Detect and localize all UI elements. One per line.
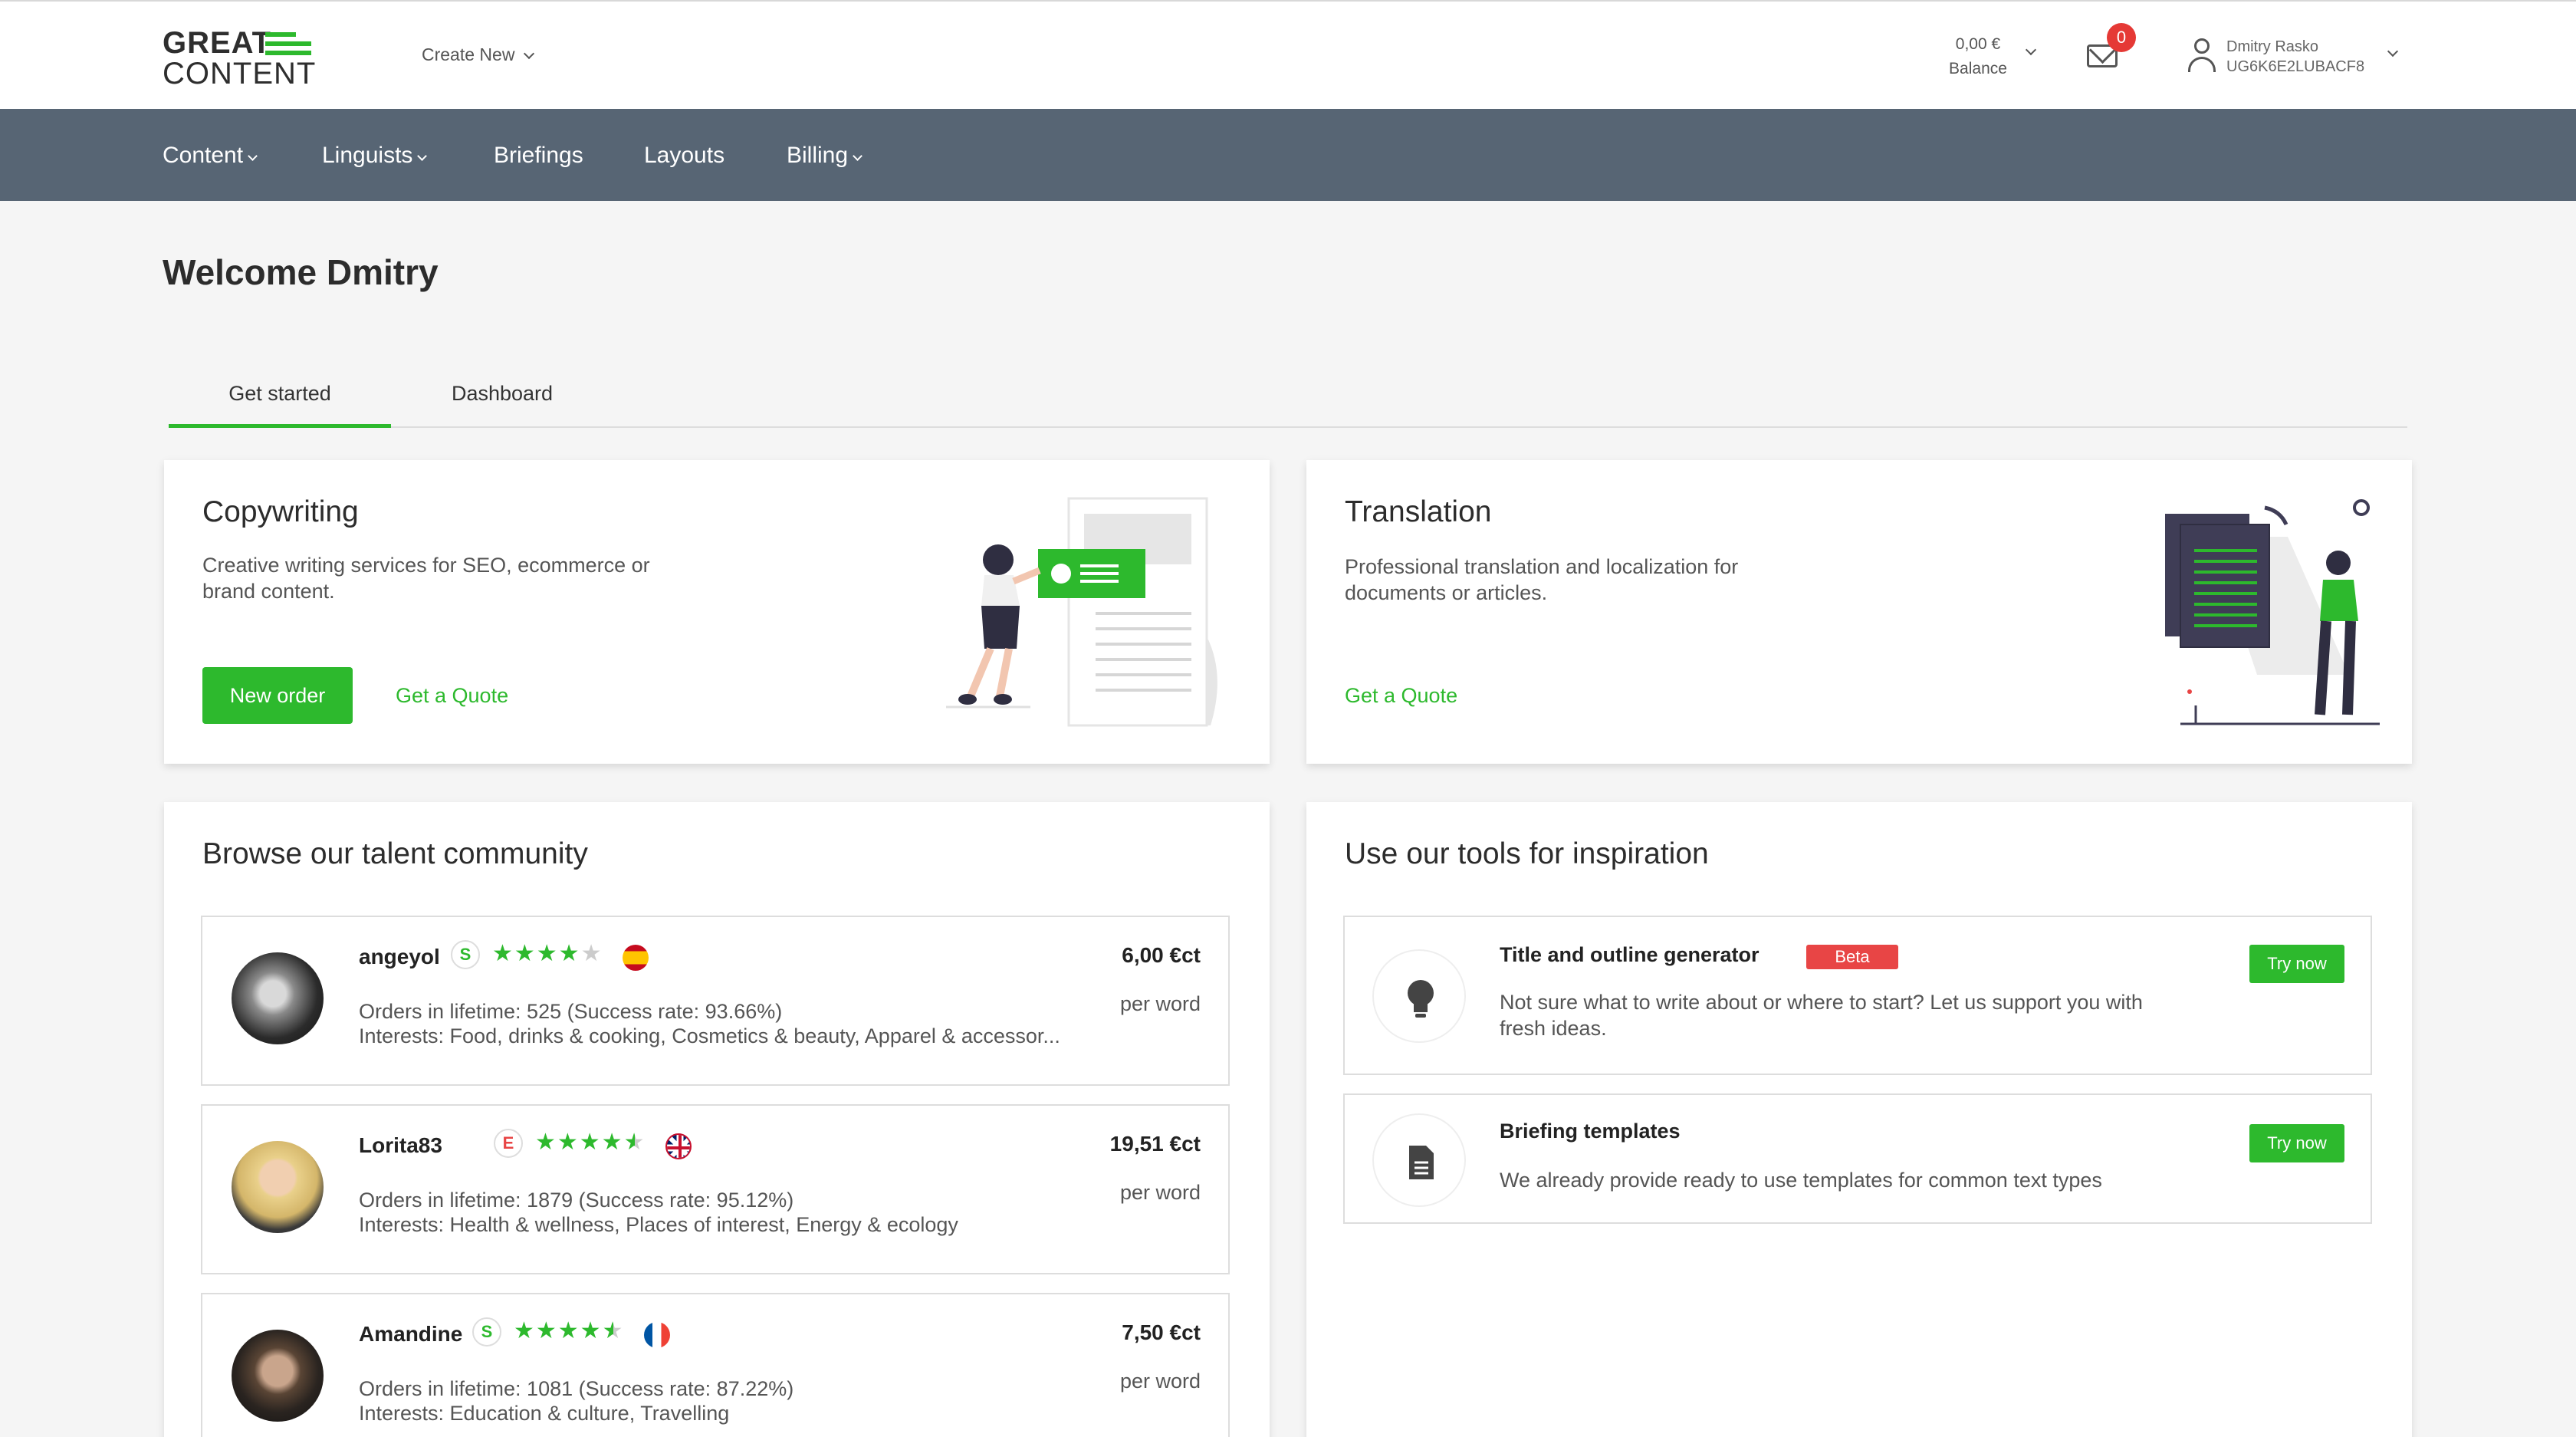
user-menu[interactable]: Dmitry Rasko UG6K6E2LUBACF8: [2226, 37, 2364, 77]
level-badge: E: [494, 1129, 523, 1158]
nav-briefings[interactable]: Briefings: [494, 143, 583, 169]
lightbulb-icon: [1372, 949, 1466, 1043]
balance-display[interactable]: 0,00 € Balance: [1932, 32, 2024, 81]
nav-content-label: Content: [163, 143, 244, 168]
talent-name[interactable]: Amandine: [359, 1322, 462, 1347]
talent-price: 6,00 €ct: [1122, 943, 1201, 967]
tab-get-started[interactable]: Get started: [169, 382, 391, 428]
beta-badge: Beta: [1806, 945, 1898, 969]
chevron-down-icon: [417, 151, 428, 161]
talent-orders: Orders in lifetime: 1081 (Success rate: …: [359, 1377, 794, 1400]
talent-price: 7,50 €ct: [1122, 1320, 1201, 1344]
nav-billing-label: Billing: [787, 143, 849, 168]
try-now-button[interactable]: Try now: [2249, 945, 2344, 983]
nav-content[interactable]: Content: [163, 143, 258, 169]
talent-interests: Interests: Education & culture, Travelli…: [359, 1402, 730, 1425]
logo-bars: [265, 32, 314, 55]
nav-linguists[interactable]: Linguists: [322, 143, 428, 169]
nav-layouts[interactable]: Layouts: [644, 143, 724, 169]
document-icon: [1372, 1113, 1466, 1207]
france-flag-icon: [644, 1322, 670, 1348]
tools-title: Use our tools for inspiration: [1345, 837, 1709, 870]
talent-orders: Orders in lifetime: 1879 (Success rate: …: [359, 1189, 794, 1212]
rating-stars: ★★★★★: [514, 1318, 625, 1343]
new-order-button[interactable]: New order: [202, 667, 353, 724]
avatar: [232, 1330, 324, 1422]
translation-description: Professional translation and localizatio…: [1345, 555, 1739, 604]
translation-card: Translation Professional translation and…: [1306, 460, 2412, 764]
spain-flag-icon: [623, 945, 649, 971]
main-nav: Content Linguists Briefings Layouts Bill…: [0, 109, 2576, 201]
balance-label: Balance: [1949, 60, 2007, 77]
translation-get-quote-link[interactable]: Get a Quote: [1345, 684, 1457, 708]
tools-card: Use our tools for inspiration Title and …: [1306, 802, 2412, 1437]
avatar: [232, 1141, 324, 1233]
user-icon[interactable]: [2187, 38, 2217, 74]
copywriting-illustration: [946, 497, 1217, 727]
avatar: [232, 952, 324, 1044]
copywriting-card: Copywriting Creative writing services fo…: [164, 460, 1270, 764]
copywriting-title: Copywriting: [202, 495, 359, 528]
talent-row[interactable]: angeyol S ★★★★★ Orders in lifetime: 525 …: [201, 916, 1230, 1086]
tool-title: Title and outline generator: [1500, 943, 1760, 966]
user-name: Dmitry Rasko: [2226, 38, 2319, 55]
talent-price: 19,51 €ct: [1109, 1132, 1201, 1156]
nav-billing[interactable]: Billing: [787, 143, 863, 169]
translation-illustration: [2165, 499, 2380, 725]
logo-line-1: GREAT: [163, 26, 272, 60]
page-title: Welcome Dmitry: [163, 252, 439, 292]
talent-community-card: Browse our talent community angeyol S ★★…: [164, 802, 1270, 1437]
rating-stars: ★★★★★: [492, 941, 603, 966]
rating-stars: ★★★★★: [535, 1130, 646, 1155]
tab-dashboard[interactable]: Dashboard: [391, 382, 613, 428]
level-badge: S: [472, 1317, 501, 1347]
talent-row[interactable]: Lorita83 E ★★★★★ Orders in lifetime: 187…: [201, 1104, 1230, 1274]
create-new-dropdown[interactable]: Create New: [422, 44, 535, 65]
top-header: GREAT CONTENT Create New 0,00 € Balance …: [0, 0, 2576, 109]
try-now-button[interactable]: Try now: [2249, 1124, 2344, 1162]
copywriting-get-quote-link[interactable]: Get a Quote: [396, 684, 508, 708]
talent-interests: Interests: Health & wellness, Places of …: [359, 1213, 958, 1236]
talent-price-unit: per word: [1119, 992, 1201, 1015]
tool-title-generator[interactable]: Title and outline generator Beta Not sur…: [1343, 916, 2372, 1075]
level-badge: S: [451, 940, 480, 969]
translation-title: Translation: [1345, 495, 1492, 528]
talent-title: Browse our talent community: [202, 837, 588, 870]
tool-title: Briefing templates: [1500, 1120, 1681, 1143]
uk-flag-icon: [665, 1133, 692, 1159]
logo[interactable]: GREAT CONTENT: [163, 28, 316, 89]
talent-name[interactable]: angeyol: [359, 945, 440, 969]
chevron-down-icon[interactable]: [2025, 44, 2037, 56]
logo-line-2: CONTENT: [163, 57, 317, 90]
copywriting-description: Creative writing services for SEO, ecomm…: [202, 554, 650, 603]
tool-briefing-templates[interactable]: Briefing templates We already provide re…: [1343, 1093, 2372, 1224]
chevron-down-icon: [524, 48, 535, 60]
talent-price-unit: per word: [1119, 1370, 1201, 1393]
tool-description: We already provide ready to use template…: [1500, 1169, 2102, 1192]
talent-price-unit: per word: [1119, 1181, 1201, 1204]
user-id: UG6K6E2LUBACF8: [2226, 58, 2365, 75]
tool-description: Not sure what to write about or where to…: [1500, 991, 2143, 1040]
nav-linguists-label: Linguists: [322, 143, 413, 168]
talent-orders: Orders in lifetime: 525 (Success rate: 9…: [359, 1000, 783, 1023]
talent-row[interactable]: Amandine S ★★★★★ Orders in lifetime: 108…: [201, 1293, 1230, 1437]
chevron-down-icon: [248, 151, 258, 161]
tab-bar: Get started Dashboard: [169, 382, 2407, 428]
balance-value: 0,00 €: [1955, 35, 2001, 53]
create-new-label: Create New: [422, 44, 515, 64]
chevron-down-icon[interactable]: [2387, 45, 2399, 58]
talent-interests: Interests: Food, drinks & cooking, Cosme…: [359, 1024, 1060, 1047]
chevron-down-icon: [853, 151, 863, 161]
mail-count-badge: 0: [2107, 23, 2136, 52]
talent-name[interactable]: Lorita83: [359, 1133, 442, 1158]
